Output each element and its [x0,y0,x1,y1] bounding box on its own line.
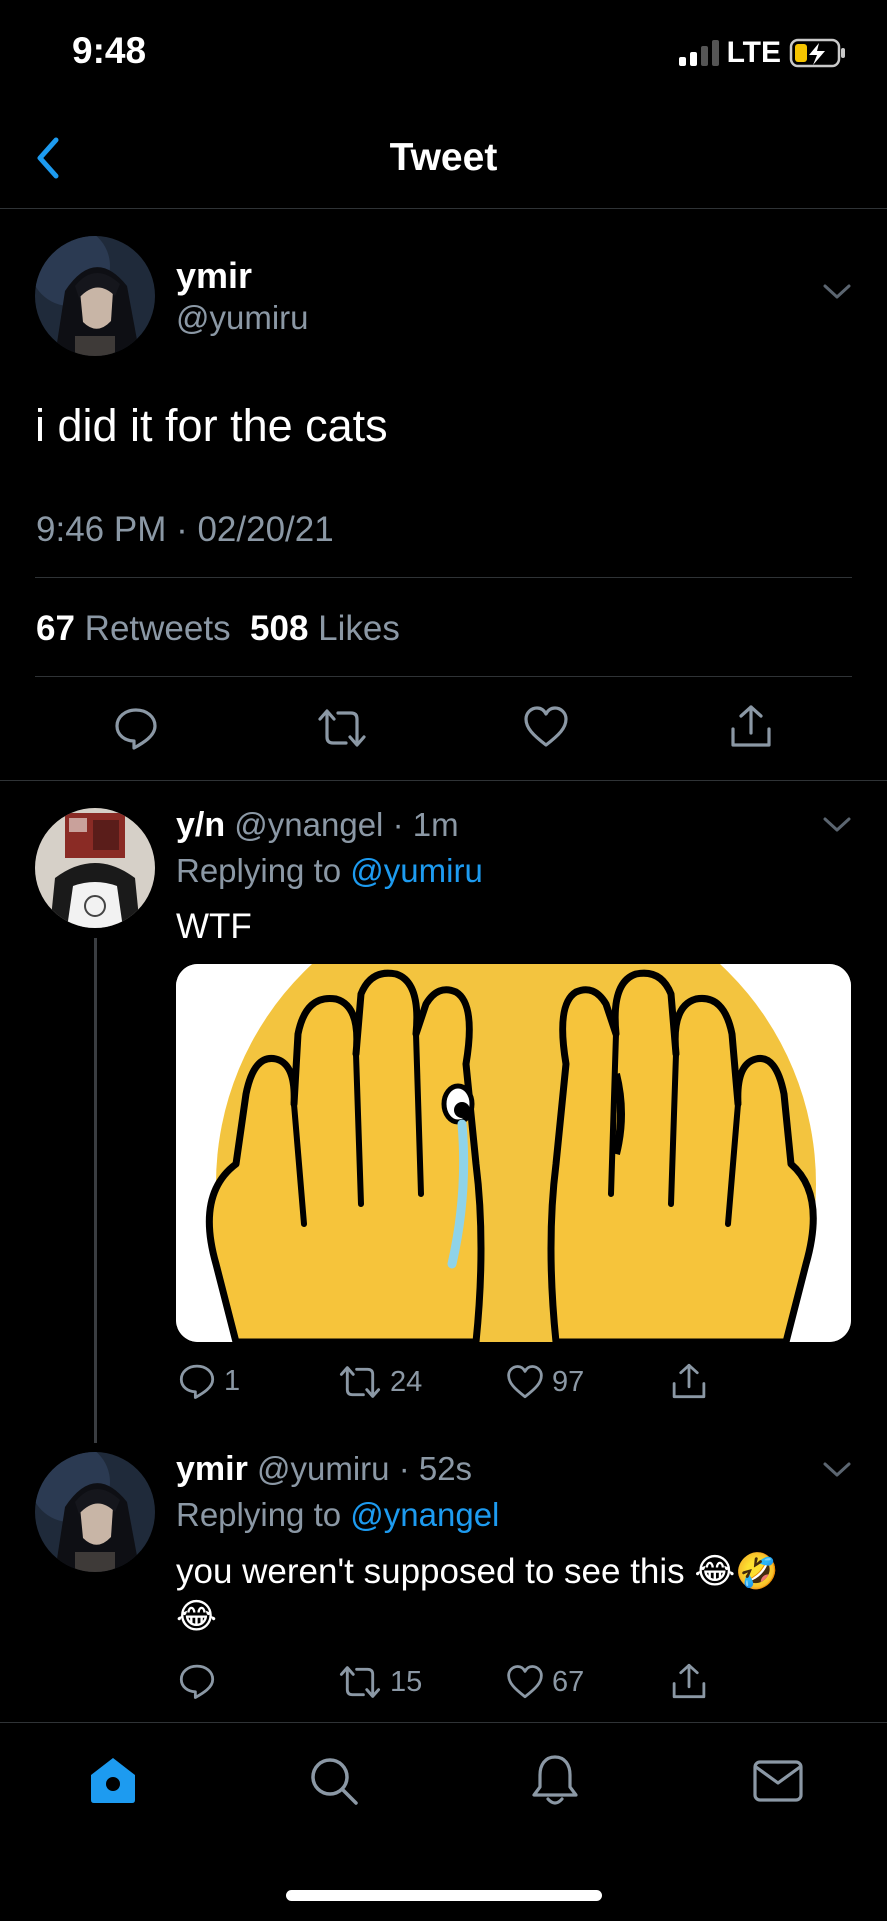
replying-prefix: Replying to [176,852,342,889]
divider [35,676,852,677]
top-header: Tweet [0,110,887,209]
reply-header: y/n @ynangel · 1m [176,806,459,845]
reply-count: 1 [224,1364,241,1397]
tweet-menu-button[interactable] [822,282,852,302]
retweets-label: Retweets [84,609,231,648]
heart-icon [524,706,568,747]
author-handle[interactable]: @yumiru [176,299,309,337]
likes-stat[interactable]: 508 Likes [250,609,400,648]
retweets-stat[interactable]: 67 Retweets [36,609,231,648]
reply-author-name[interactable]: ymir [176,1450,248,1488]
replying-prefix: Replying to [176,1496,342,1533]
status-indicators: LTE [678,36,847,70]
like-count: 97 [552,1365,585,1398]
status-time: 9:48 [72,30,147,71]
heart-icon [507,1365,543,1399]
signal-icon [678,40,719,66]
reply-header: ymir @yumiru · 52s [176,1450,472,1489]
reply-author-handle[interactable]: @ynangel [234,806,383,843]
reply-action[interactable]: 1 [178,1362,240,1400]
share-button[interactable] [728,703,774,749]
network-label: LTE [726,36,781,69]
replying-to: Replying to @yumiru [176,852,483,890]
retweet-button[interactable] [316,707,368,749]
likes-label: Likes [318,609,400,648]
reply-author-handle[interactable]: @yumiru [257,1450,390,1487]
reply-text: you weren't supposed to see this 😂🤣 [176,1552,779,1591]
retweet-action[interactable]: 15 [338,1664,422,1700]
home-indicator [286,1890,602,1901]
replying-to-link[interactable]: @yumiru [350,852,483,889]
tweet-text: i did it for the cats [35,400,388,451]
share-icon [672,1363,706,1399]
divider [35,577,852,578]
reply-author-name[interactable]: y/n [176,806,225,844]
home-icon [91,1758,135,1803]
retweet-icon [339,1366,381,1398]
notifications-icon [532,1755,578,1805]
avatar-image [35,808,155,928]
heart-icon [507,1665,543,1699]
thread-line [94,938,97,1443]
retweet-action[interactable]: 24 [338,1364,422,1400]
reply-action[interactable] [178,1662,224,1700]
reply-time: · 52s [398,1450,473,1487]
tab-notifications[interactable] [530,1753,580,1807]
reply-text: WTF [176,907,252,946]
avatar[interactable] [35,236,155,356]
avatar[interactable] [35,1452,155,1572]
engagement-stats: 67 Retweets 508 Likes [36,609,400,649]
likes-count: 508 [250,609,309,648]
reply-icon [179,1664,215,1699]
share-icon [672,1663,706,1699]
reply-icon [179,1364,215,1399]
reply-media-image[interactable] [176,964,851,1342]
battery-charging-icon [789,38,845,68]
share-icon [731,705,771,747]
share-action[interactable] [670,1662,708,1700]
like-button[interactable] [523,705,569,749]
messages-icon [753,1760,803,1802]
replying-to: Replying to @ynangel [176,1496,499,1534]
divider [0,780,887,781]
like-count: 67 [552,1665,585,1698]
retweets-count: 67 [36,609,75,648]
replying-to-link[interactable]: @ynangel [350,1496,499,1533]
retweet-count: 24 [390,1365,423,1398]
reply-button[interactable] [113,705,159,751]
tab-search[interactable] [308,1755,360,1807]
tab-home[interactable] [88,1755,138,1805]
chevron-down-icon [823,817,851,832]
retweet-icon [339,1666,381,1698]
tweet-menu-button[interactable] [822,815,852,835]
avatar[interactable] [35,808,155,928]
chevron-down-icon [823,284,851,299]
search-icon [311,1758,358,1805]
tweet-menu-button[interactable] [822,1460,852,1480]
share-action[interactable] [670,1362,708,1400]
like-action[interactable]: 97 [506,1364,584,1400]
avatar-image [35,236,155,356]
chevron-down-icon [823,1462,851,1477]
like-action[interactable]: 67 [506,1664,584,1700]
crying-hands-emoji-image [176,964,851,1342]
reply-icon [115,708,157,750]
tab-messages[interactable] [752,1759,804,1803]
retweet-icon [318,709,366,747]
reply-time: · 1m [392,806,459,843]
avatar-image [35,1452,155,1572]
retweet-count: 15 [390,1665,423,1698]
tweet-timestamp: 9:46 PM · 02/20/21 [36,510,334,549]
reply-text-continued: 😂 [176,1597,217,1636]
author-name[interactable]: ymir [176,255,252,297]
page-title: Tweet [389,136,498,179]
